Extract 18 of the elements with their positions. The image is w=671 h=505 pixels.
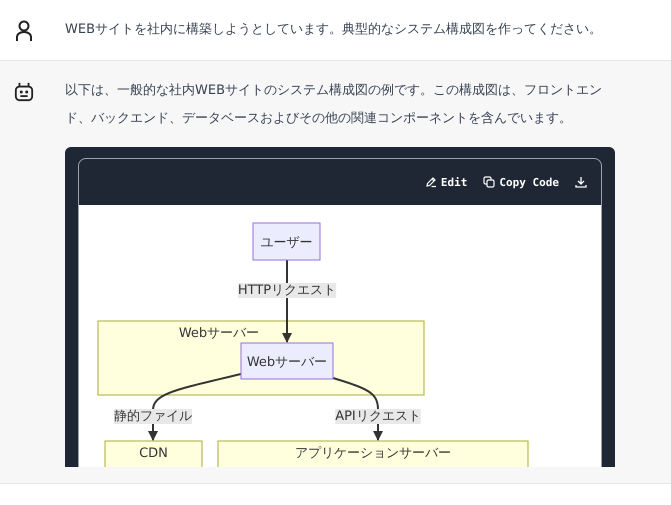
diagram-node: Webサーバー <box>240 342 334 380</box>
download-button[interactable] <box>575 176 587 188</box>
edge-label: HTTPリクエスト <box>238 283 336 298</box>
message-text: 以下は、一般的な社内WEBサイトのシステム構成図の例です。この構成図は、フロントエンド、バックエンド、データベースおよびその他の関連コンポーネントを含んでいます。 <box>65 82 603 128</box>
diagram-node: ユーザー <box>252 222 320 260</box>
edit-button[interactable]: Edit <box>424 176 468 188</box>
copy-icon <box>483 176 496 188</box>
robot-icon <box>14 81 34 103</box>
copy-code-button[interactable]: Copy Code <box>483 176 559 188</box>
message-text: WEBサイトを社内に構築しようとしています。典型的なシステム構成図を作ってください。 <box>65 21 603 39</box>
download-icon <box>575 176 587 188</box>
group-title: Webサーバー <box>178 326 260 341</box>
edge-label: APIリクエスト <box>335 409 421 424</box>
edge-label: 静的ファイル <box>114 409 192 424</box>
group-title: アプリケーションサーバー <box>295 446 451 461</box>
person-icon <box>14 20 34 42</box>
pencil-icon <box>424 176 437 188</box>
group-title: CDN <box>139 446 168 461</box>
